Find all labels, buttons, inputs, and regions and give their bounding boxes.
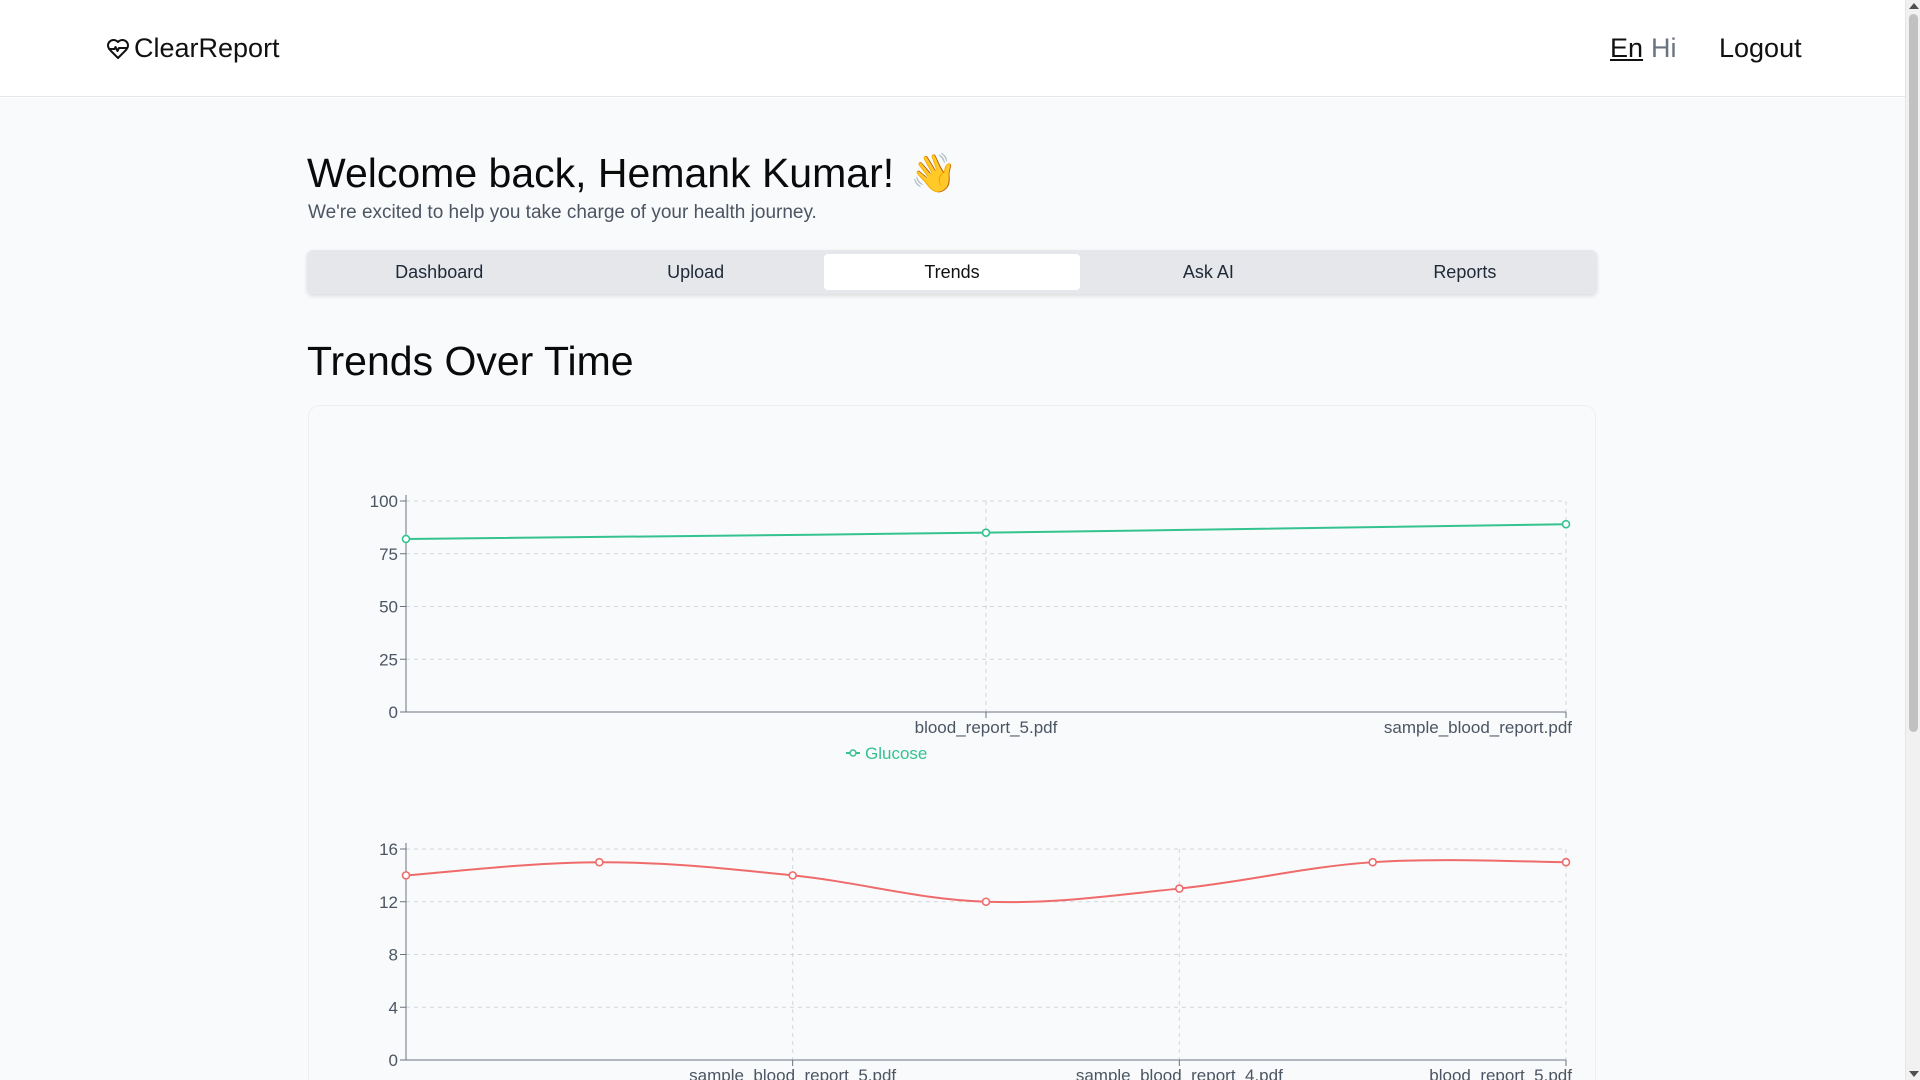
language-switcher: En Hi bbox=[1610, 33, 1677, 64]
data-point bbox=[1175, 884, 1184, 893]
section-title: Trends Over Time bbox=[307, 338, 634, 384]
x-tick-label: sample_blood_report_5.pdf bbox=[689, 1066, 896, 1080]
data-point bbox=[401, 534, 411, 544]
x-tick-label: sample_blood_report_4.pdf bbox=[1076, 1066, 1283, 1080]
legend-marker-icon bbox=[849, 749, 857, 757]
y-tick-label: 50 bbox=[379, 598, 398, 617]
data-point bbox=[401, 871, 411, 880]
y-tick-label: 25 bbox=[379, 650, 398, 669]
y-tick-label: 0 bbox=[389, 703, 398, 722]
trends-charts-svg: 0 25 50 75 100 blood_report_5.pdf sample_blood… bbox=[370, 492, 1573, 1080]
legend-label: Glucose bbox=[865, 744, 927, 763]
y-tick-label: 0 bbox=[389, 1051, 398, 1070]
lang-hi-button[interactable]: Hi bbox=[1651, 33, 1677, 64]
scroll-thumb[interactable] bbox=[1909, 14, 1918, 732]
scroll-down-arrow-icon[interactable] bbox=[1909, 1071, 1919, 1077]
tab-bar: Dashboard Upload Trends Ask AI Reports bbox=[307, 250, 1597, 294]
series-line bbox=[405, 859, 1567, 904]
tab-upload[interactable]: Upload bbox=[567, 254, 823, 290]
data-point bbox=[981, 528, 991, 537]
x-tick-label: blood_report_5.pdf bbox=[1429, 1066, 1572, 1080]
main-content: Welcome back, Hemank Kumar! 👋 We're exci… bbox=[0, 98, 1905, 1080]
waving-hand-icon: 👋 bbox=[910, 152, 958, 195]
tab-trends[interactable]: Trends bbox=[823, 254, 1081, 290]
data-point bbox=[1561, 519, 1571, 529]
tab-reports[interactable]: Reports bbox=[1337, 254, 1593, 290]
y-tick-label: 16 bbox=[379, 840, 398, 859]
y-tick-label: 100 bbox=[370, 492, 398, 511]
logout-button[interactable]: Logout bbox=[1719, 33, 1802, 64]
brand-name: ClearReport bbox=[134, 33, 280, 63]
welcome-heading: Welcome back, Hemank Kumar! 👋 bbox=[307, 150, 957, 197]
heart-pulse-icon bbox=[107, 38, 129, 59]
brand-link[interactable]: ClearReport bbox=[106, 33, 280, 64]
tab-ask-ai[interactable]: Ask AI bbox=[1080, 254, 1336, 290]
y-tick-label: 8 bbox=[389, 946, 398, 965]
y-tick-label: 12 bbox=[379, 893, 398, 912]
page-scrollbar[interactable] bbox=[1905, 0, 1920, 1080]
scroll-up-arrow-icon[interactable] bbox=[1909, 3, 1919, 9]
data-point bbox=[1561, 857, 1571, 867]
data-point bbox=[595, 857, 604, 867]
y-tick-label: 75 bbox=[379, 545, 398, 564]
x-tick-label: blood_report_5.pdf bbox=[915, 718, 1058, 737]
welcome-subtitle: We're excited to help you take charge of… bbox=[308, 202, 817, 223]
top-navbar: ClearReport En Hi Logout bbox=[0, 0, 1905, 97]
data-point bbox=[981, 897, 991, 907]
trends-chart-card: 0 25 50 75 100 blood_report_5.pdf sample_blood… bbox=[308, 405, 1596, 1080]
lang-en-button[interactable]: En bbox=[1610, 33, 1643, 64]
data-point bbox=[788, 871, 797, 880]
data-point bbox=[1368, 857, 1377, 867]
x-tick-label: sample_blood_report.pdf bbox=[1384, 718, 1572, 737]
tab-dashboard[interactable]: Dashboard bbox=[311, 254, 567, 290]
welcome-title-text: Welcome back, Hemank Kumar! bbox=[307, 150, 895, 196]
y-tick-label: 4 bbox=[389, 998, 398, 1017]
